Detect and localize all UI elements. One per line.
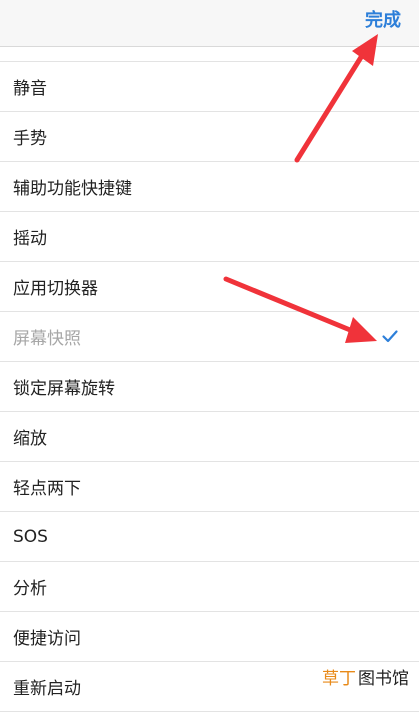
list-item-mute[interactable]: 静音 <box>0 62 419 112</box>
list-item-label: 轻点两下 <box>13 479 81 499</box>
watermark: 草丁 图书馆 <box>320 664 411 689</box>
list-item-label: 分析 <box>13 579 47 599</box>
list-item-label: 缩放 <box>13 429 47 449</box>
list-item-label: 应用切换器 <box>13 279 98 299</box>
list-item-label: 重新启动 <box>13 679 81 699</box>
list-item-label: 摇动 <box>13 229 47 249</box>
list-item-label: 静音 <box>13 79 47 99</box>
watermark-name: 图书馆 <box>358 669 409 689</box>
list-item-label: SOS <box>13 526 48 547</box>
list-item-lock-rotation[interactable]: 锁定屏幕旋转 <box>0 362 419 412</box>
list-item-shake[interactable]: 摇动 <box>0 212 419 262</box>
list-item-app-switcher[interactable]: 应用切换器 <box>0 262 419 312</box>
list-item-zoom[interactable]: 缩放 <box>0 412 419 462</box>
list-item-analytics[interactable]: 分析 <box>0 562 419 612</box>
watermark-brand: 草丁 <box>322 669 356 689</box>
navigation-bar: 完成 <box>0 0 419 47</box>
group-spacer <box>0 47 419 61</box>
list-item-label: 手势 <box>13 129 47 149</box>
list-item-gestures[interactable]: 手势 <box>0 112 419 162</box>
list-item-label: 屏幕快照 <box>13 329 81 349</box>
list-item-double-tap[interactable]: 轻点两下 <box>0 462 419 512</box>
list-item-sos[interactable]: SOS <box>0 512 419 562</box>
list-item-accessibility-shortcut[interactable]: 辅助功能快捷键 <box>0 162 419 212</box>
assistive-touch-action-screen: 完成 静音 手势 辅助功能快捷键 摇动 应用切换器 屏幕快照 锁定屏幕旋转 缩放 <box>0 0 419 713</box>
list-item-label: 辅助功能快捷键 <box>13 179 132 199</box>
list-item-reachability[interactable]: 便捷访问 <box>0 612 419 662</box>
list-item-screenshot[interactable]: 屏幕快照 <box>0 312 419 362</box>
checkmark-icon <box>382 330 398 343</box>
action-list: 静音 手势 辅助功能快捷键 摇动 应用切换器 屏幕快照 锁定屏幕旋转 缩放 轻点… <box>0 61 419 712</box>
list-item-label: 便捷访问 <box>13 629 81 649</box>
done-button[interactable]: 完成 <box>365 8 401 34</box>
list-item-label: 锁定屏幕旋转 <box>13 379 115 399</box>
